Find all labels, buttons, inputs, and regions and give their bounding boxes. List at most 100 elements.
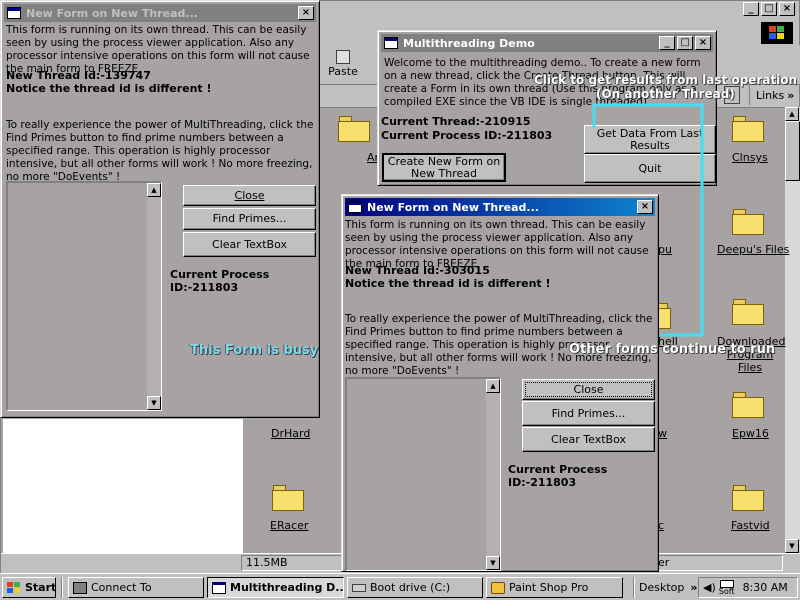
form1-titlebar[interactable]: New Form on New Thread... ×: [4, 4, 316, 22]
explorer-left-panel: [3, 419, 243, 553]
annotation-busy: This Form is busy: [190, 343, 319, 358]
drive-icon: [352, 583, 366, 592]
soft-tray-icon[interactable]: Soft: [718, 579, 735, 596]
demo-current-thread: Current Thread:-210915: [381, 115, 531, 128]
form1-clear-textbox-button[interactable]: Clear TextBox: [183, 232, 316, 257]
form2-clear-textbox-button[interactable]: Clear TextBox: [522, 427, 655, 452]
demo-title: Multithreading Demo: [403, 36, 535, 50]
form1-thread-id: New Thread Id:-139747: [6, 69, 151, 82]
folder-label-fastvid[interactable]: Fastvid: [731, 519, 770, 532]
links-toolbar[interactable]: Links »: [749, 85, 799, 105]
taskbar-item-paint-shop-pro[interactable]: Paint Shop Pro: [486, 577, 623, 598]
form2-titlebar[interactable]: New Form on New Thread... ×: [345, 198, 655, 216]
folder-label-eracer[interactable]: ERacer: [270, 519, 308, 532]
folder-icon[interactable]: [338, 116, 370, 142]
scroll-up-button[interactable]: ▲: [486, 379, 500, 393]
form1-find-primes-button[interactable]: Find Primes...: [183, 208, 316, 230]
form-icon: [348, 201, 362, 213]
form-icon: [7, 7, 21, 19]
explorer-close-button[interactable]: ×: [779, 2, 795, 16]
folder-label-epw16[interactable]: Epw16: [732, 427, 769, 440]
desktop-toolbar-divider: [633, 577, 635, 598]
taskbar-item-label: Paint Shop Pro: [509, 581, 589, 594]
folder-label-pu[interactable]: pu: [658, 243, 672, 256]
annotation-click-line1: Click to get results from last operation: [534, 73, 797, 87]
annotation-click-line2: (On another Thread): [596, 87, 735, 101]
form2-textbox-scrollbar[interactable]: ▲ ▼: [486, 379, 500, 570]
quicklaunch-divider: [61, 577, 63, 598]
scroll-up-button[interactable]: ▲: [785, 107, 799, 121]
scroll-up-button[interactable]: ▲: [147, 183, 161, 197]
multithreading-demo-window: Multithreading Demo _ □ × Welcome to the…: [377, 30, 717, 186]
form1-notice: Notice the thread id is different !: [6, 82, 212, 95]
scroll-down-button[interactable]: ▼: [147, 396, 161, 410]
desktop-chevron-icon: »: [690, 581, 698, 594]
system-tray: ◀) Soft 8:30 AM: [698, 577, 798, 598]
soft-label: Soft: [718, 586, 735, 596]
windows-logo-icon: [761, 22, 793, 44]
folder-icon[interactable]: [732, 485, 764, 511]
explorer-vscrollbar[interactable]: ▲ ▼: [785, 107, 800, 553]
start-button[interactable]: Start: [2, 577, 56, 598]
taskbar-item-multithreading[interactable]: Multithreading D...: [207, 577, 344, 598]
scroll-thumb[interactable]: [785, 121, 800, 181]
create-new-form-button[interactable]: Create New Form on New Thread: [382, 153, 506, 182]
paste-icon: [336, 50, 350, 64]
taskbar-item-label: Boot drive (C:): [370, 581, 451, 594]
demo-close-button[interactable]: ×: [695, 36, 711, 50]
form2-close-button[interactable]: Close: [522, 379, 655, 400]
demo-current-process: Current Process ID:-211803: [381, 129, 553, 142]
paste-button[interactable]: Paste: [323, 48, 363, 82]
paint-shop-pro-icon: [491, 581, 505, 594]
folder-label-w[interactable]: w: [658, 427, 667, 440]
taskbar-item-boot-drive[interactable]: Boot drive (C:): [347, 577, 483, 598]
form-icon: [384, 37, 398, 49]
folder-icon[interactable]: [272, 485, 304, 511]
desktop-label: Desktop: [639, 581, 685, 594]
folder-icon[interactable]: [732, 116, 764, 142]
form2-notice: Notice the thread id is different !: [345, 277, 551, 290]
explorer-title-controls: _ □ ×: [741, 2, 795, 16]
folder-label-clnsys[interactable]: Clnsys: [732, 151, 768, 164]
form1-title: New Form on New Thread...: [26, 6, 198, 20]
demo-titlebar[interactable]: Multithreading Demo _ □ ×: [381, 34, 713, 52]
links-chevron-icon: »: [787, 88, 795, 102]
desktop-toolbar[interactable]: Desktop »: [639, 577, 697, 598]
form-icon: [212, 581, 226, 594]
clock: 8:30 AM: [742, 581, 788, 594]
form1-textbox-scrollbar[interactable]: ▲ ▼: [147, 183, 161, 410]
scroll-down-button[interactable]: ▼: [785, 539, 799, 553]
connect-to-icon: [73, 581, 87, 594]
form2-find-primes-button[interactable]: Find Primes...: [522, 401, 655, 426]
form2-thread-id: New Thread Id:-303015: [345, 264, 490, 277]
demo-minimize-button[interactable]: _: [659, 36, 675, 50]
folder-icon[interactable]: [732, 392, 764, 418]
folder-label-deepus-files[interactable]: Deepu's Files: [717, 243, 789, 256]
scroll-down-button[interactable]: ▼: [486, 556, 500, 570]
explorer-minimize-button[interactable]: _: [743, 2, 759, 16]
taskbar-item-label: Multithreading D...: [230, 581, 344, 594]
form2-title: New Form on New Thread...: [367, 200, 539, 214]
folder-icon[interactable]: [732, 299, 764, 325]
get-data-button[interactable]: Get Data From Last Results: [584, 125, 716, 154]
demo-maximize-button[interactable]: □: [677, 36, 693, 50]
taskbar-item-connect-to[interactable]: Connect To: [68, 577, 204, 598]
annotation-other-forms: Other forms continue to run: [569, 342, 776, 357]
form1-desc: To really experience the power of MultiT…: [6, 119, 314, 183]
form2-close-icon[interactable]: ×: [637, 200, 653, 214]
explorer-maximize-button[interactable]: □: [761, 2, 777, 16]
form2-textbox[interactable]: ▲ ▼: [345, 377, 501, 571]
folder-icon[interactable]: [732, 209, 764, 235]
folder-label-drhard[interactable]: DrHard: [271, 427, 310, 440]
form1-textbox[interactable]: ▲ ▼: [6, 181, 162, 411]
new-thread-form-2: New Form on New Thread... × This form is…: [341, 194, 659, 572]
start-label: Start: [25, 581, 56, 594]
form1-close-button[interactable]: Close: [183, 185, 316, 206]
speaker-icon[interactable]: ◀): [703, 581, 716, 594]
folder-icon[interactable]: [657, 303, 671, 329]
form2-current-process: Current Process ID:-211803: [508, 463, 608, 489]
quit-button[interactable]: Quit: [584, 154, 716, 183]
paste-label: Paste: [328, 65, 358, 78]
form1-close-icon[interactable]: ×: [298, 6, 314, 20]
links-label: Links: [756, 88, 785, 102]
